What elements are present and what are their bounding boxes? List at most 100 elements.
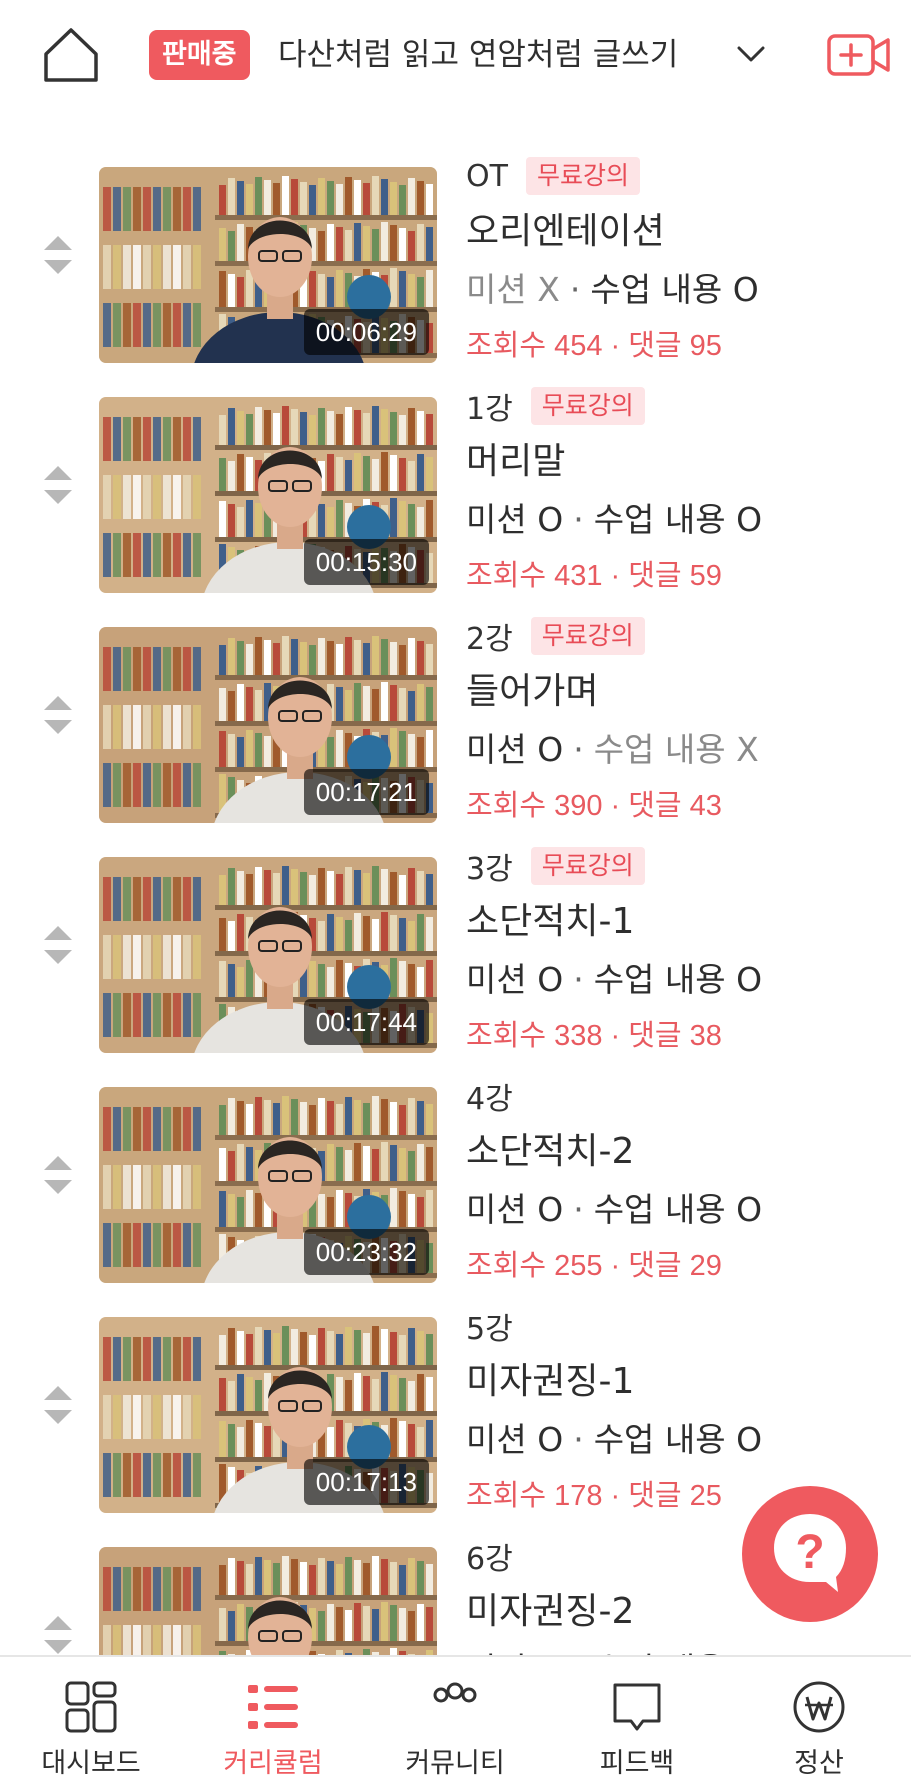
free-lecture-tag: 무료강의 xyxy=(530,847,645,885)
top-header: 판매중 다산처럼 읽고 연암처럼 글쓰기 xyxy=(0,0,911,112)
lecture-info: 2강 무료강의 들어가며 미션 O · 수업 내용 X 조회수 390 · 댓글 4… xyxy=(466,610,896,834)
lecture-info: 1강 무료강의 머리말 미션 O · 수업 내용 O 조회수 431 · 댓글 59 xyxy=(466,380,896,604)
lecture-title: 소단적치-1 xyxy=(466,901,635,942)
lecture-item[interactable]: 00:06:29 OT 무료강의 오리엔테이션 미션 X · 수업 내용 O 조회수… xyxy=(0,150,911,363)
lecture-stats: 조회수 338 · 댓글 38 xyxy=(466,1020,722,1052)
reorder-handle[interactable] xyxy=(40,462,76,508)
nav-dashboard-grid[interactable]: 대시보드 xyxy=(0,1657,182,1787)
nav-label: 커뮤니티 xyxy=(405,1748,505,1779)
mission-status: 미션 O xyxy=(466,730,564,769)
svg-text:?: ? xyxy=(795,1526,824,1579)
mission-status: 미션 X xyxy=(466,270,560,309)
reorder-arrows-icon xyxy=(44,696,72,734)
reorder-handle[interactable] xyxy=(40,692,76,738)
mission-status: 미션 O xyxy=(466,1190,564,1229)
content-status: 수업 내용 O xyxy=(593,1420,763,1459)
lecture-stats: 조회수 255 · 댓글 29 xyxy=(466,1250,722,1282)
course-select-dropdown[interactable] xyxy=(733,36,769,72)
lecture-thumbnail[interactable]: 00:06:29 xyxy=(99,167,437,363)
reorder-arrows-icon xyxy=(44,466,72,504)
lecture-mission-content: 미션 O·수업 내용 O xyxy=(466,1412,896,1468)
lecture-thumbnail[interactable]: 00:17:13 xyxy=(99,1317,437,1513)
separator-dot: · xyxy=(573,1190,584,1229)
mission-status: 미션 O xyxy=(466,500,564,539)
reorder-handle[interactable] xyxy=(40,232,76,278)
mission-status: 미션 O xyxy=(466,1420,564,1459)
lecture-thumbnail[interactable] xyxy=(99,1547,437,1655)
video-duration: 00:06:29 xyxy=(303,309,429,355)
lecture-info: OT 무료강의 오리엔테이션 미션 X · 수업 내용 O 조회수 454 · 댓글… xyxy=(466,150,896,374)
nav-label: 정산 xyxy=(794,1748,844,1779)
lecture-mission-content: 미션 O · 수업 내용 X xyxy=(466,722,896,778)
lecture-title: 소단적치-2 xyxy=(466,1131,635,1172)
nav-feedback-flame[interactable]: 피드백 xyxy=(546,1657,728,1787)
lecture-item[interactable]: 00:15:30 1강 무료강의 머리말 미션 O · 수업 내용 O 조회수 43… xyxy=(0,380,911,593)
reorder-arrows-icon xyxy=(44,1616,72,1654)
content-status: 수업 내용 O xyxy=(593,500,763,539)
video-duration: 00:23:32 xyxy=(303,1229,429,1275)
lecture-mission-content: 미션 X · 수업 내용 O xyxy=(466,262,896,318)
free-lecture-tag: 무료강의 xyxy=(530,387,645,425)
content-status: 수업 내용 O xyxy=(593,1190,763,1229)
nav-label: 커리큘럼 xyxy=(223,1748,323,1779)
home-icon xyxy=(44,28,98,82)
lecture-info: 3강 무료강의 소단적치-1 미션 O · 수업 내용 O 조회수 338 · 댓글… xyxy=(466,840,896,1064)
reorder-handle[interactable] xyxy=(40,1382,76,1428)
nav-label: 피드백 xyxy=(599,1748,675,1779)
feedback-flame-icon xyxy=(613,1683,661,1731)
video-duration: 00:17:21 xyxy=(303,769,429,815)
lecture-stats: 조회수 454 · 댓글 95 xyxy=(466,330,722,362)
lecture-number: 3강 xyxy=(466,852,513,887)
lecture-number: 6강 xyxy=(466,1542,513,1577)
reorder-handle[interactable] xyxy=(40,1612,76,1655)
reorder-handle[interactable] xyxy=(40,922,76,968)
video-duration: 00:15:30 xyxy=(303,539,429,585)
bottom-navigation: 대시보드 커리큘럼 커뮤니티 피드백 정산 xyxy=(0,1655,911,1787)
mission-status: 미션 O xyxy=(466,960,564,999)
reorder-handle[interactable] xyxy=(40,1152,76,1198)
community-people-icon xyxy=(433,1682,477,1703)
nav-curriculum-list[interactable]: 커리큘럼 xyxy=(182,1657,364,1787)
reorder-arrows-icon xyxy=(44,1386,72,1424)
reorder-arrows-icon xyxy=(44,1156,72,1194)
nav-community-people[interactable]: 커뮤니티 xyxy=(364,1657,546,1787)
content-status: 수업 내용 O xyxy=(590,270,759,309)
lecture-item[interactable]: 00:17:21 2강 무료강의 들어가며 미션 O · 수업 내용 X 조회수 3… xyxy=(0,610,911,823)
sale-status-badge: 판매중 xyxy=(149,30,250,80)
question-chat-icon: ? xyxy=(742,1486,878,1622)
lecture-thumbnail[interactable]: 00:15:30 xyxy=(99,397,437,593)
lecture-item[interactable]: 00:17:44 3강 무료강의 소단적치-1 미션 O · 수업 내용 O 조회수… xyxy=(0,840,911,1053)
nav-label: 대시보드 xyxy=(41,1748,141,1779)
lecture-thumbnail[interactable]: 00:17:21 xyxy=(99,627,437,823)
lecture-number: 1강 xyxy=(466,392,513,427)
lecture-stats: 조회수 431 · 댓글 59 xyxy=(466,560,722,592)
lecture-item[interactable]: 00:23:32 4강 소단적치-2 미션 O · 수업 내용 O 조회수 255 … xyxy=(0,1070,911,1283)
lecture-title: 미자권징-1 xyxy=(466,1361,635,1402)
lecture-thumbnail[interactable]: 00:23:32 xyxy=(99,1087,437,1283)
lecture-thumbnail[interactable]: 00:17:44 xyxy=(99,857,437,1053)
free-lecture-tag: 무료강의 xyxy=(530,617,645,655)
lecture-number: OT xyxy=(466,158,508,194)
lecture-mission-content: 미션 O·수업 내용 O xyxy=(466,1182,896,1238)
lecture-number: 2강 xyxy=(466,622,513,657)
lecture-item[interactable]: 00:17:13 5강 미자권징-1 미션 O · 수업 내용 O 조회수 178 … xyxy=(0,1300,911,1513)
curriculum-list-icon xyxy=(248,1685,298,1729)
lecture-mission-content: 미션 O·수업 내용 O xyxy=(466,1642,896,1655)
video-add-icon xyxy=(827,34,890,76)
separator-dot: · xyxy=(573,960,584,999)
course-title[interactable]: 다산처럼 읽고 연암처럼 글쓰기 xyxy=(278,30,688,80)
video-duration: 00:17:44 xyxy=(303,999,429,1045)
home-button[interactable] xyxy=(40,24,102,86)
add-video-button[interactable] xyxy=(826,30,892,80)
help-button[interactable]: ? xyxy=(740,1484,880,1624)
separator-dot: · xyxy=(569,270,581,309)
lecture-title: 들어가며 xyxy=(466,671,599,712)
dashboard-grid-icon xyxy=(65,1681,117,1733)
lecture-number: 5강 xyxy=(466,1312,513,1347)
curriculum-list: 00:06:29 OT 무료강의 오리엔테이션 미션 X · 수업 내용 O 조회수… xyxy=(0,150,911,1655)
lecture-title: 오리엔테이션 xyxy=(466,211,665,252)
lecture-number: 4강 xyxy=(466,1082,513,1117)
nav-won-coin[interactable]: 정산 xyxy=(728,1657,910,1787)
separator-dot: · xyxy=(573,1420,584,1459)
video-duration: 00:17:13 xyxy=(303,1459,429,1505)
